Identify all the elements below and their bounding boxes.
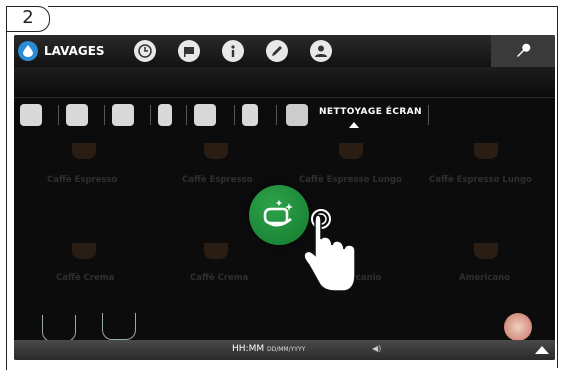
status-bar: HH:MM DD/MM/YYYY ◀) — [14, 340, 555, 360]
product-item[interactable]: Caffè Espresso — [47, 175, 117, 185]
cup-icon — [204, 143, 228, 159]
step-badge: 2 — [6, 6, 50, 32]
cup-icon — [72, 143, 96, 159]
sub-toolbar: NETTOYAGE ÉCRAN — [14, 67, 555, 128]
product-item[interactable]: Caffè Espresso — [182, 175, 252, 185]
wrench-button[interactable] — [491, 35, 555, 67]
expand-up-icon[interactable] — [535, 346, 549, 354]
water-drop-icon — [18, 41, 38, 61]
clock-display: HH:MM DD/MM/YYYY — [232, 344, 305, 354]
product-item[interactable]: Caffè Espresso Lungo — [299, 175, 402, 185]
machine-screen: LAVAGES NETTOYAGE ÉCRAN Caffè Espresso C… — [14, 35, 555, 360]
product-item[interactable]: Caffè Crema — [56, 273, 114, 283]
top-bar: LAVAGES — [14, 35, 555, 67]
product-item[interactable]: Caffè Crema — [190, 273, 248, 283]
time-value: HH:MM — [232, 344, 265, 354]
cup-icon — [474, 243, 498, 259]
wrench-icon — [517, 43, 531, 57]
pointing-hand-icon — [303, 209, 356, 292]
volume-icon[interactable]: ◀) — [372, 344, 381, 353]
product-item[interactable]: Americano — [459, 273, 510, 283]
cup-icon — [72, 243, 96, 259]
milk-jug-icon — [102, 313, 136, 340]
milk-jug-icon — [42, 315, 76, 342]
frame-left-line — [6, 30, 7, 370]
frame-right-line — [557, 6, 558, 368]
tab-lavages-label: LAVAGES — [44, 44, 105, 58]
tab-lavages[interactable]: LAVAGES — [18, 40, 105, 62]
steam-wand-icon — [504, 313, 532, 341]
info-icon[interactable] — [222, 40, 244, 62]
user-icon[interactable] — [310, 40, 332, 62]
pencil-icon[interactable] — [266, 40, 288, 62]
date-value: DD/MM/YYYY — [266, 346, 306, 353]
product-item[interactable]: Caffè Espresso Lungo — [429, 175, 532, 185]
cup-icon — [339, 143, 363, 159]
cup-icon — [474, 143, 498, 159]
cup-icon — [204, 243, 228, 259]
flag-icon[interactable] — [178, 40, 200, 62]
clock-icon[interactable] — [134, 40, 156, 62]
frame-top-line — [48, 6, 557, 7]
